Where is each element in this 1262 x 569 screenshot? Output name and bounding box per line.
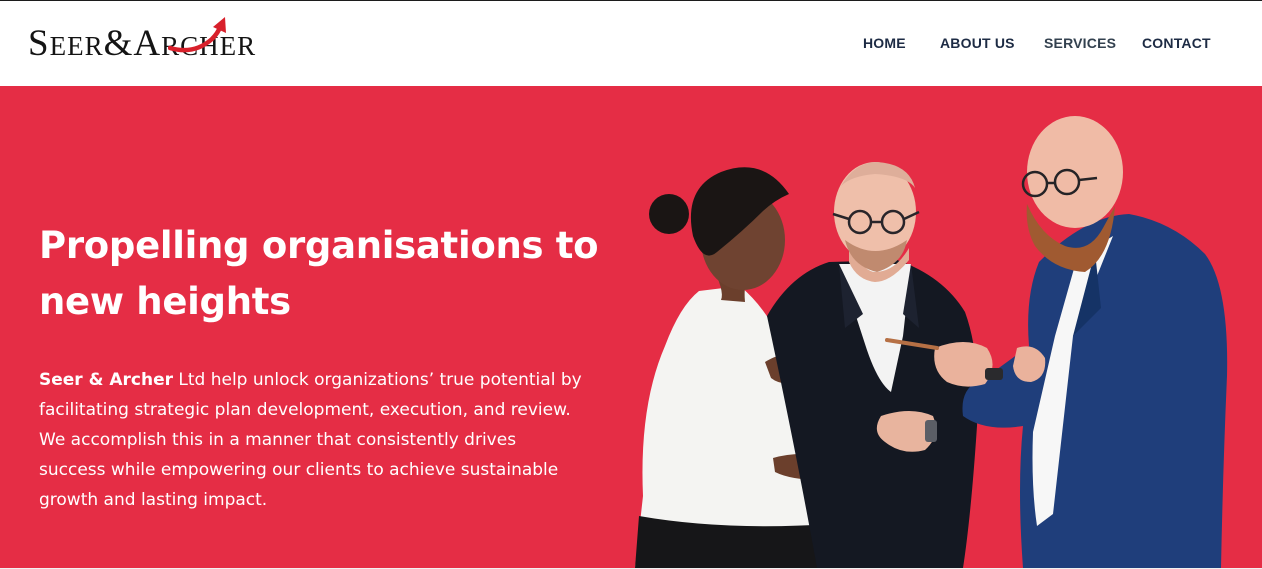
hero-people-image bbox=[635, 116, 1228, 568]
main-nav: HOME ABOUT US SERVICES CONTACT bbox=[0, 35, 1262, 55]
site-header: SEER&ARCHER HOME ABOUT US SERVICES CONTA… bbox=[0, 1, 1262, 86]
hero-title: Propelling organisations to new heights bbox=[39, 224, 599, 323]
nav-about-us[interactable]: ABOUT US bbox=[940, 35, 1015, 51]
hero-intro: Seer & Archer Ltd help unlock organizati… bbox=[39, 365, 584, 515]
hero-intro-brand: Seer & Archer bbox=[39, 370, 173, 390]
nav-services[interactable]: SERVICES bbox=[1044, 35, 1116, 51]
hero-section: Propelling organisations to new heights … bbox=[0, 86, 1262, 568]
hero-intro-text: Ltd help unlock organizations’ true pote… bbox=[39, 370, 582, 510]
nav-home[interactable]: HOME bbox=[863, 35, 906, 51]
nav-contact[interactable]: CONTACT bbox=[1142, 35, 1211, 51]
